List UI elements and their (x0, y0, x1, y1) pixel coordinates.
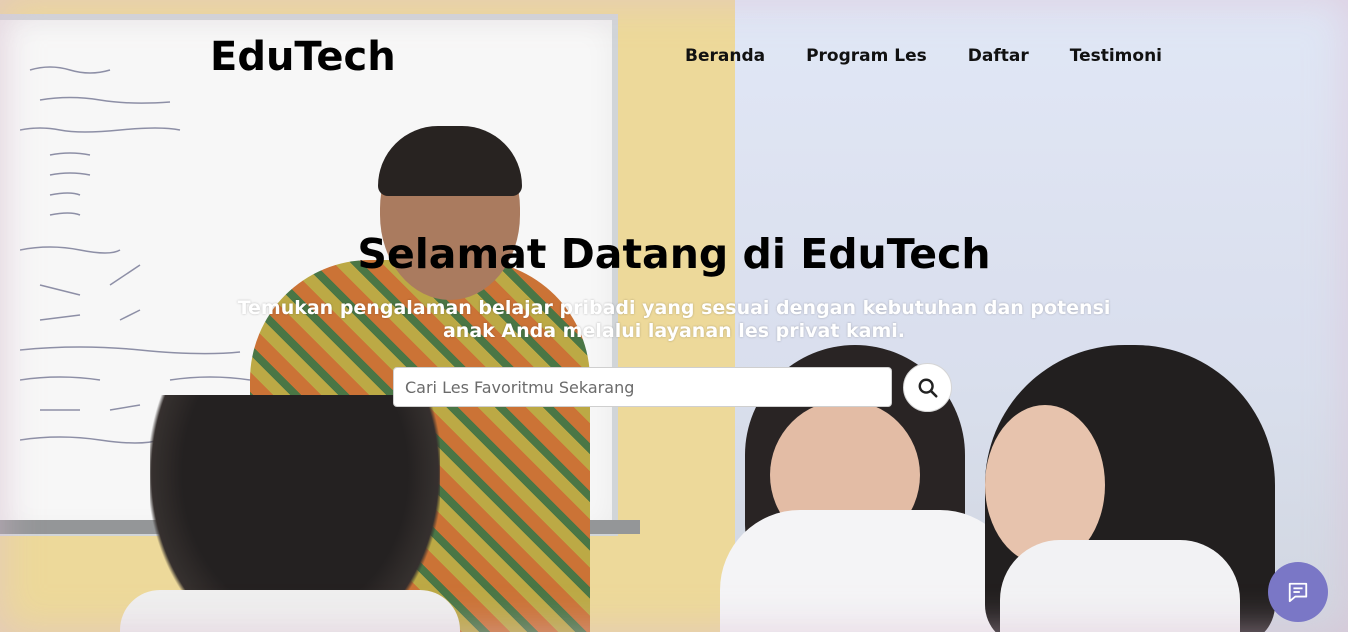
nav-link-program-les[interactable]: Program Les (806, 46, 927, 66)
nav-link-beranda[interactable]: Beranda (685, 46, 765, 66)
search-icon (918, 378, 938, 398)
search-button[interactable] (903, 363, 952, 412)
nav-item-daftar: Daftar (968, 46, 1029, 66)
brand-logo[interactable]: EduTech (210, 33, 396, 81)
hero-section: EduTech Beranda Program Les Daftar Testi… (0, 0, 1348, 632)
nav-item-testimoni: Testimoni (1070, 46, 1162, 66)
nav-link-daftar[interactable]: Daftar (968, 46, 1029, 66)
nav-item-beranda: Beranda (685, 46, 765, 66)
search-input[interactable] (393, 367, 892, 407)
nav-link-testimoni[interactable]: Testimoni (1070, 46, 1162, 66)
hero-title: Selamat Datang di EduTech (357, 230, 991, 278)
chat-button[interactable] (1268, 562, 1328, 622)
chat-icon (1288, 582, 1308, 603)
main-nav: Beranda Program Les Daftar Testimoni (685, 46, 1162, 66)
nav-item-program-les: Program Les (806, 46, 927, 66)
hero-subtitle: Temukan pengalaman belajar pribadi yang … (237, 297, 1111, 342)
